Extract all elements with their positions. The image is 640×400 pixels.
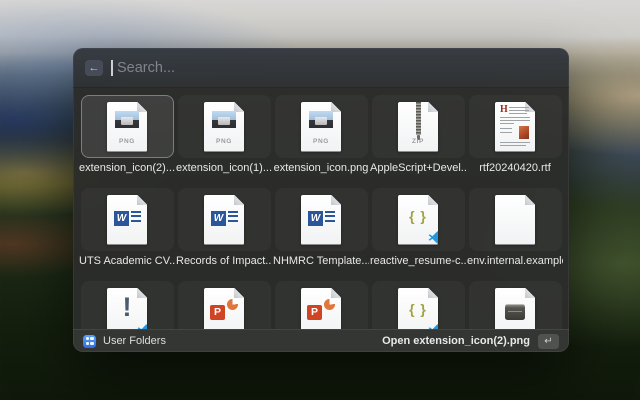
back-button[interactable]: ← [85,60,103,76]
file-name: Records of Impact... [176,255,272,268]
blank-file-icon [495,195,535,245]
file-tile[interactable]: W [275,188,368,251]
file-tile[interactable]: PNG [178,95,271,158]
file-name: UTS Academic CV... [79,255,175,268]
file-tile-selected[interactable]: PNG [81,95,174,158]
json-file-icon: { } [398,195,438,245]
open-action-label: Open extension_icon(2).png [382,335,530,347]
page-fold-corner [331,288,341,298]
file-tile[interactable]: PNG [275,95,368,158]
file-result[interactable]: ZIP AppleScript+Devel... [370,95,466,175]
file-name: extension_icon(1).... [176,162,272,175]
png-file-icon: PNG [204,102,244,152]
rtf-file-icon: H [495,102,535,152]
file-result[interactable]: W NHMRC Template... [273,188,369,268]
pie-chart-graphic [324,299,335,310]
page-fold-corner [525,195,535,205]
file-name: AppleScript+Devel... [370,162,466,175]
word-logo: W [308,211,323,226]
file-result[interactable]: ! [79,281,175,329]
image-thumbnail [212,111,236,128]
word-file-icon: W [107,195,147,245]
file-result[interactable]: PNG extension_icon.png [273,95,369,175]
file-result[interactable]: P [273,281,369,329]
word-logo: W [114,211,129,226]
binary-file-icon [495,288,535,330]
text-caret [111,60,113,76]
pie-chart-graphic [227,299,238,310]
user-folders-icon [83,335,96,348]
file-name: reactive_resume-c... [370,255,466,268]
ppt-file-icon: P [204,288,244,330]
page-fold-corner [137,195,147,205]
file-tile[interactable]: P [275,281,368,329]
file-name: extension_icon(2).... [79,162,175,175]
image-thumbnail [115,111,139,128]
file-tile[interactable]: P [178,281,271,329]
file-result[interactable]: PNG extension_icon(1).... [176,95,272,175]
image-thumbnail [309,111,333,128]
file-result[interactable]: Hrtf20240420.rtf [467,95,563,175]
file-name: extension_icon.png [274,162,369,175]
word-file-icon: W [301,195,341,245]
user-folders-item[interactable]: User Folders [83,335,382,348]
json-file-icon: { } [398,288,438,330]
file-tile[interactable]: ! [81,281,174,329]
zip-file-icon: ZIP [398,102,438,152]
page-fold-corner [525,288,535,298]
device-graphic [505,304,525,320]
rtf-preview-image [519,126,529,139]
file-name: env.internal.example [467,255,563,268]
file-result[interactable]: env.internal.example [467,188,563,268]
file-tile[interactable]: H [469,95,562,158]
file-result[interactable]: PNG extension_icon(2).... [79,95,175,175]
word-logo: W [211,211,226,226]
file-result[interactable]: { } reactive_resume-c... [370,188,466,268]
file-result[interactable] [467,281,563,329]
file-tile[interactable]: ZIP [372,95,465,158]
source-label: User Folders [103,335,166,347]
page-fold-corner [234,288,244,298]
vscode-badge-icon [428,231,441,244]
file-result[interactable]: { } [370,281,466,329]
page-fold-corner [428,288,438,298]
file-result[interactable]: P [176,281,272,329]
powerpoint-logo: P [307,305,322,320]
file-name: NHMRC Template... [273,255,369,268]
search-input[interactable] [115,59,557,77]
page-fold-corner [428,102,438,112]
file-tile[interactable]: W [178,188,271,251]
file-name: rtf20240420.rtf [479,162,551,175]
file-tile[interactable]: { } [372,281,465,329]
powerpoint-logo: P [210,305,225,320]
file-result[interactable]: W UTS Academic CV... [79,188,175,268]
search-bar: ← [73,48,569,88]
page-fold-corner [331,195,341,205]
search-overlay-window: ← PNG extension_icon(2).... PNG extension_i… [73,48,569,352]
file-tile[interactable]: W [81,188,174,251]
results-grid: PNG extension_icon(2).... PNG extension_ico… [73,88,569,329]
return-key-icon: ↵ [538,334,559,349]
page-fold-corner [428,195,438,205]
png-file-icon: PNG [107,102,147,152]
file-result[interactable]: W Records of Impact... [176,188,272,268]
zipper-graphic [416,102,421,135]
word-file-icon: W [204,195,244,245]
file-tile[interactable] [469,188,562,251]
png-file-icon: PNG [301,102,341,152]
page-fold-corner [234,195,244,205]
ppt-file-icon: P [301,288,341,330]
footer-bar: User Folders Open extension_icon(2).png … [73,329,569,352]
file-tile[interactable]: { } [372,188,465,251]
open-action[interactable]: Open extension_icon(2).png ↵ [382,334,559,349]
warn-file-icon: ! [107,288,147,330]
file-tile[interactable] [469,281,562,329]
